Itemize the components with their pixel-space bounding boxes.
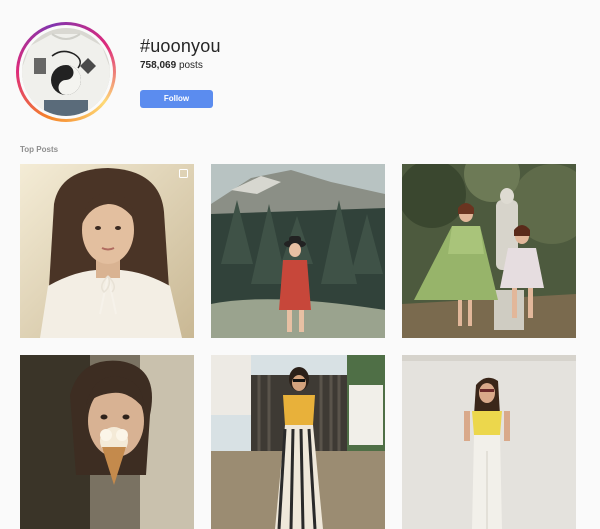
post-tile-3[interactable] bbox=[402, 164, 576, 338]
tshirt-image bbox=[22, 28, 110, 116]
post-image-woman-ice-cream bbox=[20, 355, 194, 529]
post-image-woman-yellow-top-jeans bbox=[402, 355, 576, 529]
post-image-women-with-statue bbox=[402, 164, 576, 338]
hashtag-avatar bbox=[22, 28, 110, 116]
hashtag-header: #uoonyou 758,069 posts Follow bbox=[0, 0, 600, 140]
post-count: 758,069 posts bbox=[140, 60, 203, 71]
post-image-woman-yellow-top-gate bbox=[211, 355, 385, 529]
top-posts-grid bbox=[20, 164, 580, 529]
post-tile-6[interactable] bbox=[402, 355, 576, 529]
top-posts-heading: Top Posts bbox=[20, 145, 59, 154]
post-tile-2[interactable] bbox=[211, 164, 385, 338]
post-image-woman-red-dress-forest bbox=[211, 164, 385, 338]
carousel-icon bbox=[179, 169, 188, 178]
hashtag-avatar-ring[interactable] bbox=[16, 22, 116, 122]
follow-button[interactable]: Follow bbox=[140, 90, 213, 108]
hashtag-title: #uoonyou bbox=[140, 36, 221, 56]
post-count-number: 758,069 bbox=[140, 60, 177, 71]
post-image-woman-white-blouse bbox=[20, 164, 194, 338]
post-tile-1[interactable] bbox=[20, 164, 194, 338]
post-count-suffix: posts bbox=[178, 60, 203, 71]
post-tile-5[interactable] bbox=[211, 355, 385, 529]
post-tile-4[interactable] bbox=[20, 355, 194, 529]
